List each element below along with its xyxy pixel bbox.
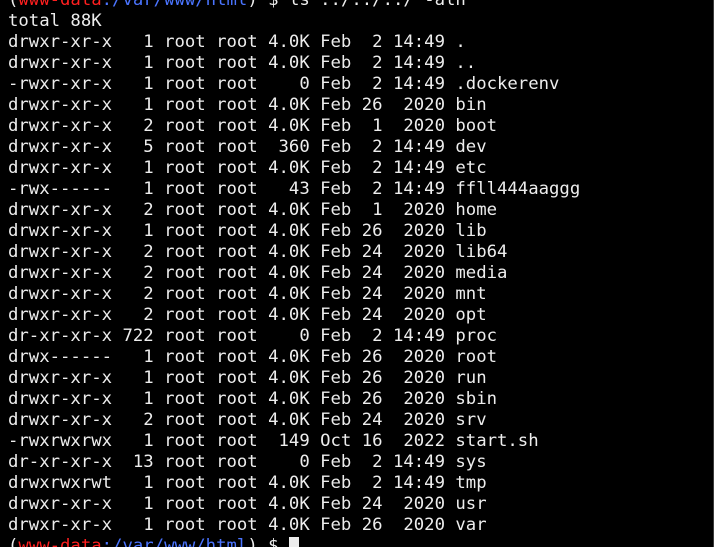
terminal-window[interactable]: (www-data:/var/www/html) $ ls ../../../ … <box>0 0 714 547</box>
next-prompt-line[interactable]: (www-data:/var/www/html) $ <box>8 536 580 547</box>
listing-row: -rwxrwxrwx 1 root root 149 Oct 16 2022 s… <box>8 431 539 451</box>
prompt-close-paren: ) <box>247 0 258 10</box>
listing-row: dr-xr-xr-x 722 root root 0 Feb 2 14:49 p… <box>8 326 497 346</box>
prompt-path: /var/www/html <box>112 536 248 547</box>
listing-row: drwxr-xr-x 2 root root 4.0K Feb 24 2020 … <box>8 284 487 304</box>
prompt-dollar: $ <box>257 0 289 10</box>
listing-row: drwxr-xr-x 1 root root 4.0K Feb 2 14:49 … <box>8 158 487 178</box>
prompt-path: /var/www/html <box>112 0 248 10</box>
listing-row: drwxr-xr-x 1 root root 4.0K Feb 2 14:49 … <box>8 53 477 73</box>
listing-row: drwxr-xr-x 1 root root 4.0K Feb 26 2020 … <box>8 221 487 241</box>
listing-row: drwxr-xr-x 5 root root 360 Feb 2 14:49 d… <box>8 137 487 157</box>
text-cursor[interactable] <box>288 537 299 547</box>
listing-row: drwxr-xr-x 2 root root 4.0K Feb 24 2020 … <box>8 263 508 283</box>
listing-row: drwx------ 1 root root 4.0K Feb 26 2020 … <box>8 347 497 367</box>
listing-row: drwxr-xr-x 2 root root 4.0K Feb 1 2020 h… <box>8 200 497 220</box>
total-line: total 88K <box>8 11 102 31</box>
listing-row: drwxr-xr-x 2 root root 4.0K Feb 1 2020 b… <box>8 116 497 136</box>
prompt-dollar: $ <box>257 536 289 547</box>
prompt-user: www-data <box>18 536 102 547</box>
prompt-separator: : <box>101 0 113 10</box>
listing-row: drwxr-xr-x 1 root root 4.0K Feb 24 2020 … <box>8 494 487 514</box>
listing-row: drwxr-xr-x 2 root root 4.0K Feb 24 2020 … <box>8 305 487 325</box>
prompt-user: www-data <box>18 0 102 10</box>
listing-row: drwxr-xr-x 2 root root 4.0K Feb 24 2020 … <box>8 242 508 262</box>
listing-row: drwxr-xr-x 1 root root 4.0K Feb 2 14:49 … <box>8 32 466 52</box>
listing-row: drwxrwxrwt 1 root root 4.0K Feb 2 14:49 … <box>8 473 487 493</box>
listing-row: -rwxr-xr-x 1 root root 0 Feb 2 14:49 .do… <box>8 74 560 94</box>
prompt-close-paren: ) <box>247 536 258 547</box>
command-text: ls ../../../ -alh <box>288 0 466 10</box>
listing-row: drwxr-xr-x 2 root root 4.0K Feb 24 2020 … <box>8 410 487 430</box>
listing-row: drwxr-xr-x 1 root root 4.0K Feb 26 2020 … <box>8 95 487 115</box>
listing-row: -rwx------ 1 root root 43 Feb 2 14:49 ff… <box>8 179 581 199</box>
prompt-separator: : <box>101 536 113 547</box>
listing-row: dr-xr-xr-x 13 root root 0 Feb 2 14:49 sy… <box>8 452 487 472</box>
command-prompt-line: (www-data:/var/www/html) $ ls ../../../ … <box>8 0 580 11</box>
prompt-open-paren: ( <box>8 0 19 10</box>
listing-row: drwxr-xr-x 1 root root 4.0K Feb 26 2020 … <box>8 368 487 388</box>
listing-row: drwxr-xr-x 1 root root 4.0K Feb 26 2020 … <box>8 515 487 535</box>
prompt-open-paren: ( <box>8 536 19 547</box>
listing-row: drwxr-xr-x 1 root root 4.0K Feb 26 2020 … <box>8 389 497 409</box>
terminal-output: (www-data:/var/www/html) $ ls ../../../ … <box>8 0 580 547</box>
